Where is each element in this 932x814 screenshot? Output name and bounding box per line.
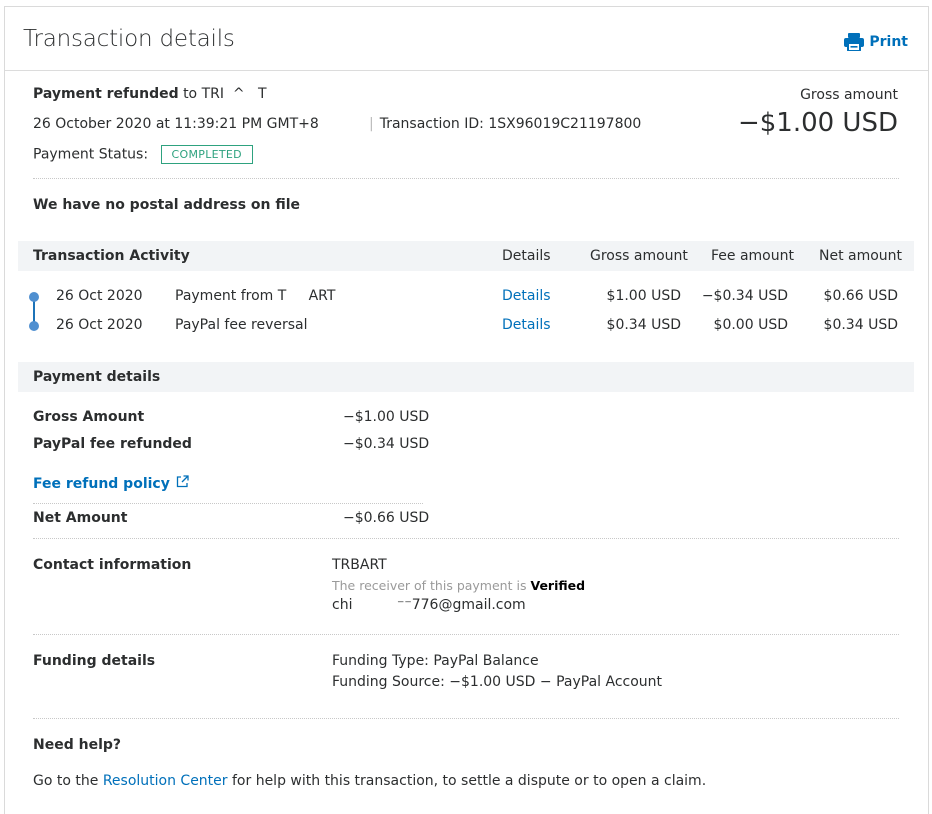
col-fee: Fee amount <box>711 248 794 264</box>
row-fee: −$0.34 USD <box>701 288 788 304</box>
verified-status: Verified <box>530 578 586 593</box>
resolution-center-link[interactable]: Resolution Center <box>103 773 228 789</box>
row-gross: $1.00 USD <box>606 288 681 304</box>
activity-heading: Transaction Activity <box>33 248 190 264</box>
contact-email: chi ⁻⁻776@gmail.com <box>332 597 526 613</box>
net-amount-label: Net Amount <box>33 510 128 526</box>
col-gross: Gross amount <box>590 248 688 264</box>
divider <box>33 634 899 635</box>
gross-amount-row-label: Gross Amount <box>33 409 145 425</box>
net-amount-value: −$0.66 USD <box>343 510 430 526</box>
row-gross: $0.34 USD <box>606 317 681 333</box>
payment-details-heading: Payment details <box>33 369 161 385</box>
help-text: Go to the Resolution Center for help wit… <box>33 773 706 789</box>
refund-line: Payment refunded to TRI ^ T <box>33 86 267 102</box>
row-date: 26 Oct 2020 <box>56 288 143 304</box>
row-net: $0.34 USD <box>823 317 898 333</box>
gross-amount-value: −$1.00 USD <box>737 108 898 138</box>
transaction-datetime: 26 October 2020 at 11:39:21 PM GMT+8 <box>33 116 319 132</box>
page-title: Transaction details <box>23 26 235 52</box>
fee-refunded-value: −$0.34 USD <box>343 436 430 452</box>
row-date: 26 Oct 2020 <box>56 317 143 333</box>
help-heading: Need help? <box>33 737 122 753</box>
divider <box>33 178 899 179</box>
verified-line: The receiver of this payment is Verified <box>332 578 585 593</box>
row-details-link[interactable]: Details <box>502 288 551 304</box>
transaction-details-page: Transaction details Print Payment refund… <box>4 6 929 814</box>
funding-details-label: Funding details <box>33 653 156 669</box>
external-link-icon <box>176 475 189 492</box>
printer-icon <box>844 33 865 51</box>
refund-label: Payment refunded <box>33 86 179 102</box>
row-fee: $0.00 USD <box>713 317 788 333</box>
contact-name: TRBART <box>332 557 387 573</box>
transaction-id-block: | Transaction ID: 1SX96019C21197800 <box>369 116 642 132</box>
col-details: Details <box>502 248 551 264</box>
row-net: $0.66 USD <box>823 288 898 304</box>
contact-info-label: Contact information <box>33 557 192 573</box>
divider <box>33 503 423 504</box>
transaction-id: Transaction ID: 1SX96019C21197800 <box>379 116 642 132</box>
print-label: Print <box>869 34 908 50</box>
divider <box>33 718 899 719</box>
postal-address-note: We have no postal address on file <box>33 197 301 213</box>
divider <box>33 538 899 539</box>
payment-details-header: Payment details <box>18 362 914 392</box>
funding-type: Funding Type: PayPal Balance <box>332 653 539 669</box>
payment-status: Payment Status: COMPLETED <box>33 145 253 164</box>
row-description: PayPal fee reversal <box>175 317 308 333</box>
fee-refunded-label: PayPal fee refunded <box>33 436 192 452</box>
refund-recipient: to TRI ^ T <box>183 86 267 102</box>
row-details-link[interactable]: Details <box>502 317 551 333</box>
timeline-dot <box>29 321 39 331</box>
payment-status-label: Payment Status: <box>33 146 149 163</box>
funding-source: Funding Source: −$1.00 USD − PayPal Acco… <box>332 674 663 690</box>
help-text-before: Go to the <box>33 773 99 789</box>
verified-prefix: The receiver of this payment is <box>332 578 527 593</box>
help-text-after: for help with this transaction, to settl… <box>232 773 707 789</box>
gross-amount-row-value: −$1.00 USD <box>343 409 430 425</box>
status-badge: COMPLETED <box>160 145 253 164</box>
activity-header: Transaction Activity Details Gross amoun… <box>18 241 914 271</box>
fee-refund-policy-label: Fee refund policy <box>33 475 170 492</box>
row-description: Payment from T ART <box>175 288 336 304</box>
print-button[interactable]: Print <box>844 33 908 51</box>
col-net: Net amount <box>819 248 903 264</box>
page-header: Transaction details Print <box>5 7 928 71</box>
timeline-dot <box>29 292 39 302</box>
fee-refund-policy-link[interactable]: Fee refund policy <box>33 475 189 492</box>
gross-amount-label: Gross amount <box>800 87 898 103</box>
